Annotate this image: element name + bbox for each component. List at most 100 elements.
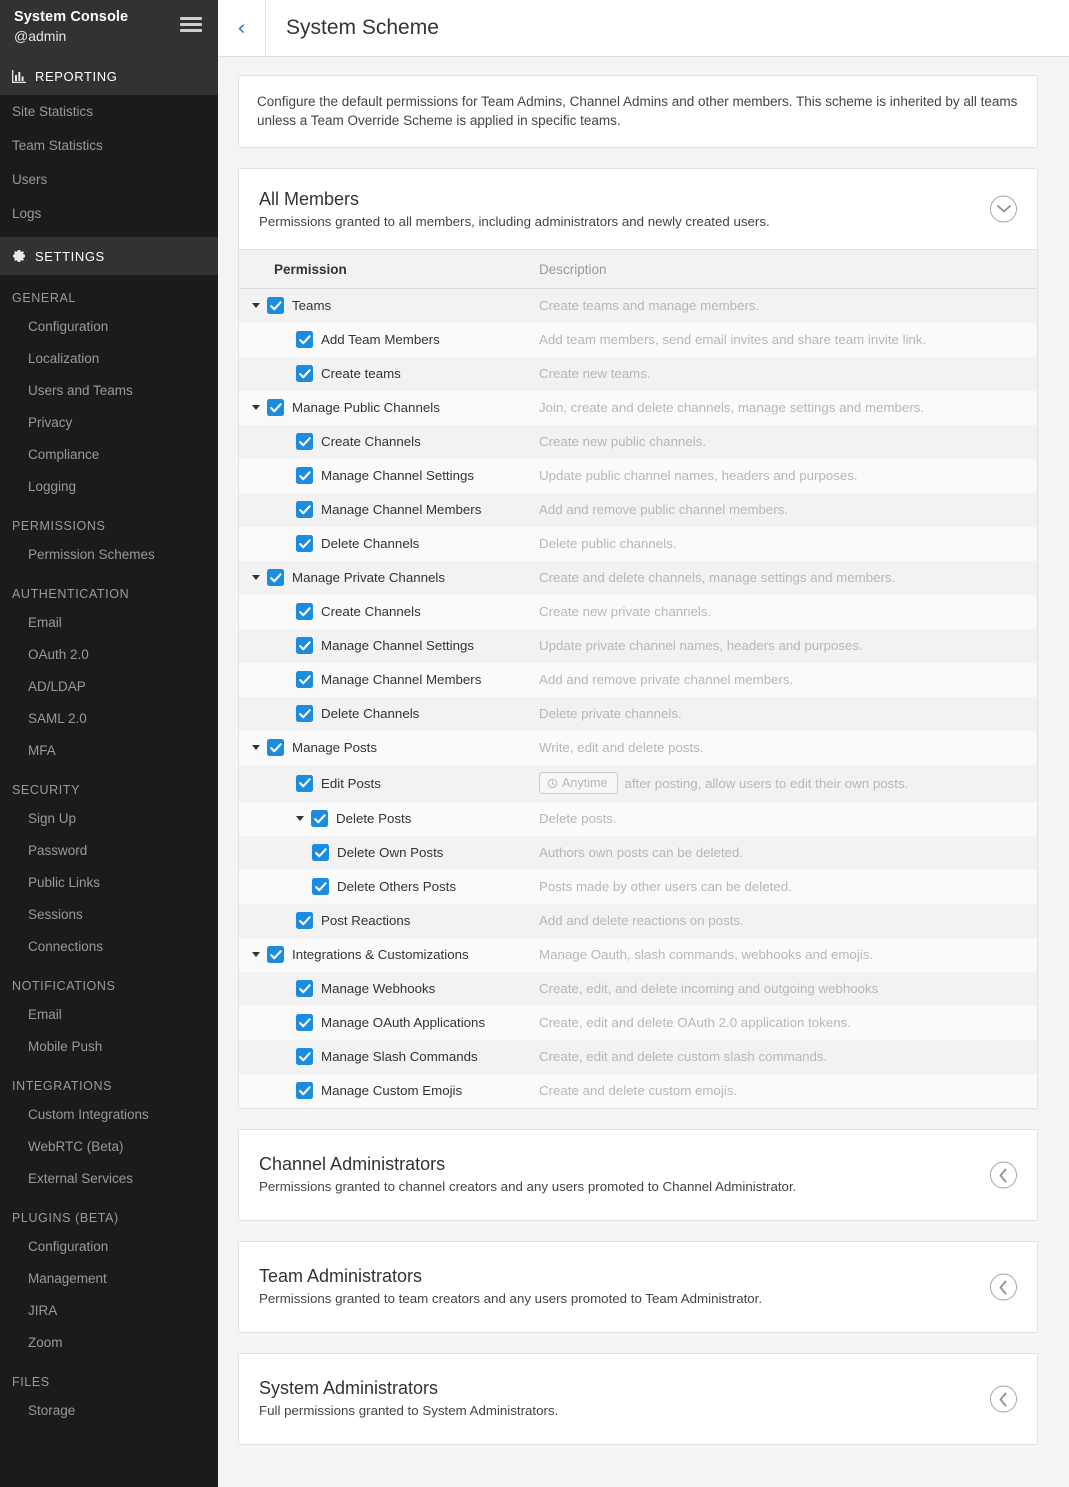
sidebar-item-team-statistics[interactable]: Team Statistics bbox=[0, 129, 218, 163]
collapsed-section-header[interactable]: System AdministratorsFull permissions gr… bbox=[239, 1354, 1037, 1444]
permission-description-text: Delete private channels. bbox=[539, 706, 682, 721]
permission-row[interactable]: Delete PostsDelete posts. bbox=[239, 802, 1037, 836]
permission-row[interactable]: Manage Channel MembersAdd and remove pub… bbox=[239, 493, 1037, 527]
sidebar: System Console @admin REPORTING Site Sta… bbox=[0, 0, 218, 1487]
permission-checkbox[interactable] bbox=[296, 705, 313, 722]
sidebar-item-public-links[interactable]: Public Links bbox=[0, 867, 218, 899]
sidebar-item-users[interactable]: Users bbox=[0, 163, 218, 197]
permission-row[interactable]: Manage Private ChannelsCreate and delete… bbox=[239, 561, 1037, 595]
permission-row[interactable]: Delete Others PostsPosts made by other u… bbox=[239, 870, 1037, 904]
permission-checkbox[interactable] bbox=[296, 433, 313, 450]
sidebar-item-custom-integrations[interactable]: Custom Integrations bbox=[0, 1099, 218, 1131]
permission-row[interactable]: Delete ChannelsDelete private channels. bbox=[239, 697, 1037, 731]
permission-checkbox[interactable] bbox=[296, 912, 313, 929]
sidebar-item-configuration[interactable]: Configuration bbox=[0, 1231, 218, 1263]
collapsed-section-header[interactable]: Team AdministratorsPermissions granted t… bbox=[239, 1242, 1037, 1332]
sidebar-item-password[interactable]: Password bbox=[0, 835, 218, 867]
chevron-down-circle-icon[interactable] bbox=[990, 196, 1017, 223]
sidebar-item-sign-up[interactable]: Sign Up bbox=[0, 803, 218, 835]
sidebar-item-zoom[interactable]: Zoom bbox=[0, 1327, 218, 1359]
sidebar-item-connections[interactable]: Connections bbox=[0, 931, 218, 963]
sidebar-item-ad-ldap[interactable]: AD/LDAP bbox=[0, 671, 218, 703]
permission-row[interactable]: Create ChannelsCreate new public channel… bbox=[239, 425, 1037, 459]
collapsed-section-header[interactable]: Channel AdministratorsPermissions grante… bbox=[239, 1130, 1037, 1220]
permission-checkbox[interactable] bbox=[296, 1014, 313, 1031]
sidebar-item-mfa[interactable]: MFA bbox=[0, 735, 218, 767]
caret-down-icon[interactable] bbox=[252, 303, 265, 308]
sidebar-item-localization[interactable]: Localization bbox=[0, 343, 218, 375]
caret-down-icon[interactable] bbox=[252, 575, 265, 580]
permission-checkbox[interactable] bbox=[296, 637, 313, 654]
permission-checkbox[interactable] bbox=[312, 878, 329, 895]
permission-checkbox[interactable] bbox=[296, 331, 313, 348]
sidebar-item-site-statistics[interactable]: Site Statistics bbox=[0, 95, 218, 129]
edit-post-time-limit-chip[interactable]: Anytime bbox=[539, 772, 618, 794]
caret-down-icon[interactable] bbox=[296, 816, 309, 821]
sidebar-item-webrtc-beta[interactable]: WebRTC (Beta) bbox=[0, 1131, 218, 1163]
permission-row[interactable]: Add Team MembersAdd team members, send e… bbox=[239, 323, 1037, 357]
permission-checkbox[interactable] bbox=[312, 844, 329, 861]
permission-row[interactable]: Create teamsCreate new teams. bbox=[239, 357, 1037, 391]
permission-checkbox[interactable] bbox=[296, 501, 313, 518]
permission-checkbox[interactable] bbox=[311, 810, 328, 827]
sidebar-item-logs[interactable]: Logs bbox=[0, 197, 218, 231]
permission-row[interactable]: Post ReactionsAdd and delete reactions o… bbox=[239, 904, 1037, 938]
back-button[interactable]: ‹ bbox=[218, 0, 266, 56]
sidebar-item-users-and-teams[interactable]: Users and Teams bbox=[0, 375, 218, 407]
permission-checkbox[interactable] bbox=[296, 1048, 313, 1065]
permission-checkbox[interactable] bbox=[296, 603, 313, 620]
permission-row[interactable]: Manage PostsWrite, edit and delete posts… bbox=[239, 731, 1037, 765]
permission-row[interactable]: Manage Channel SettingsUpdate public cha… bbox=[239, 459, 1037, 493]
permission-row[interactable]: Delete ChannelsDelete public channels. bbox=[239, 527, 1037, 561]
sidebar-item-management[interactable]: Management bbox=[0, 1263, 218, 1295]
sidebar-item-email[interactable]: Email bbox=[0, 999, 218, 1031]
sidebar-item-oauth-2-0[interactable]: OAuth 2.0 bbox=[0, 639, 218, 671]
sidebar-section-settings[interactable]: SETTINGS bbox=[0, 237, 218, 275]
caret-down-icon[interactable] bbox=[252, 745, 265, 750]
permission-row[interactable]: Create ChannelsCreate new private channe… bbox=[239, 595, 1037, 629]
sidebar-item-mobile-push[interactable]: Mobile Push bbox=[0, 1031, 218, 1063]
permission-row[interactable]: Integrations & CustomizationsManage Oaut… bbox=[239, 938, 1037, 972]
permission-checkbox[interactable] bbox=[296, 671, 313, 688]
sidebar-section-reporting[interactable]: REPORTING bbox=[0, 57, 218, 95]
permission-checkbox[interactable] bbox=[267, 297, 284, 314]
sidebar-item-compliance[interactable]: Compliance bbox=[0, 439, 218, 471]
chevron-left-circle-icon[interactable] bbox=[990, 1274, 1017, 1301]
chevron-left-circle-icon[interactable] bbox=[990, 1162, 1017, 1189]
sidebar-item-logging[interactable]: Logging bbox=[0, 471, 218, 503]
sidebar-item-sessions[interactable]: Sessions bbox=[0, 899, 218, 931]
permission-row[interactable]: Manage Public ChannelsJoin, create and d… bbox=[239, 391, 1037, 425]
permission-row[interactable]: Manage Channel SettingsUpdate private ch… bbox=[239, 629, 1037, 663]
permission-checkbox[interactable] bbox=[296, 535, 313, 552]
caret-down-icon[interactable] bbox=[252, 405, 265, 410]
sidebar-item-storage[interactable]: Storage bbox=[0, 1395, 218, 1427]
permission-row[interactable]: Manage Channel MembersAdd and remove pri… bbox=[239, 663, 1037, 697]
permission-checkbox[interactable] bbox=[267, 569, 284, 586]
permission-row[interactable]: Manage Custom EmojisCreate and delete cu… bbox=[239, 1074, 1037, 1108]
permission-row[interactable]: Delete Own PostsAuthors own posts can be… bbox=[239, 836, 1037, 870]
sidebar-item-configuration[interactable]: Configuration bbox=[0, 311, 218, 343]
sidebar-item-jira[interactable]: JIRA bbox=[0, 1295, 218, 1327]
permission-checkbox[interactable] bbox=[267, 946, 284, 963]
sidebar-item-email[interactable]: Email bbox=[0, 607, 218, 639]
permission-row[interactable]: Manage OAuth ApplicationsCreate, edit an… bbox=[239, 1006, 1037, 1040]
sidebar-item-privacy[interactable]: Privacy bbox=[0, 407, 218, 439]
chevron-left-circle-icon[interactable] bbox=[990, 1386, 1017, 1413]
permission-row[interactable]: Manage Slash CommandsCreate, edit and de… bbox=[239, 1040, 1037, 1074]
hamburger-icon[interactable] bbox=[180, 17, 202, 33]
permission-row[interactable]: Manage WebhooksCreate, edit, and delete … bbox=[239, 972, 1037, 1006]
permission-checkbox[interactable] bbox=[296, 365, 313, 382]
permission-checkbox[interactable] bbox=[296, 1082, 313, 1099]
permission-row[interactable]: Edit PostsAnytimeafter posting, allow us… bbox=[239, 765, 1037, 802]
sidebar-item-external-services[interactable]: External Services bbox=[0, 1163, 218, 1195]
all-members-header[interactable]: All Members Permissions granted to all m… bbox=[239, 169, 1037, 249]
permission-checkbox[interactable] bbox=[296, 467, 313, 484]
permission-checkbox[interactable] bbox=[296, 980, 313, 997]
sidebar-item-saml-2-0[interactable]: SAML 2.0 bbox=[0, 703, 218, 735]
permission-checkbox[interactable] bbox=[267, 399, 284, 416]
permission-checkbox[interactable] bbox=[267, 739, 284, 756]
permission-row[interactable]: TeamsCreate teams and manage members. bbox=[239, 289, 1037, 323]
sidebar-item-permission-schemes[interactable]: Permission Schemes bbox=[0, 539, 218, 571]
permission-checkbox[interactable] bbox=[296, 775, 313, 792]
caret-down-icon[interactable] bbox=[252, 952, 265, 957]
